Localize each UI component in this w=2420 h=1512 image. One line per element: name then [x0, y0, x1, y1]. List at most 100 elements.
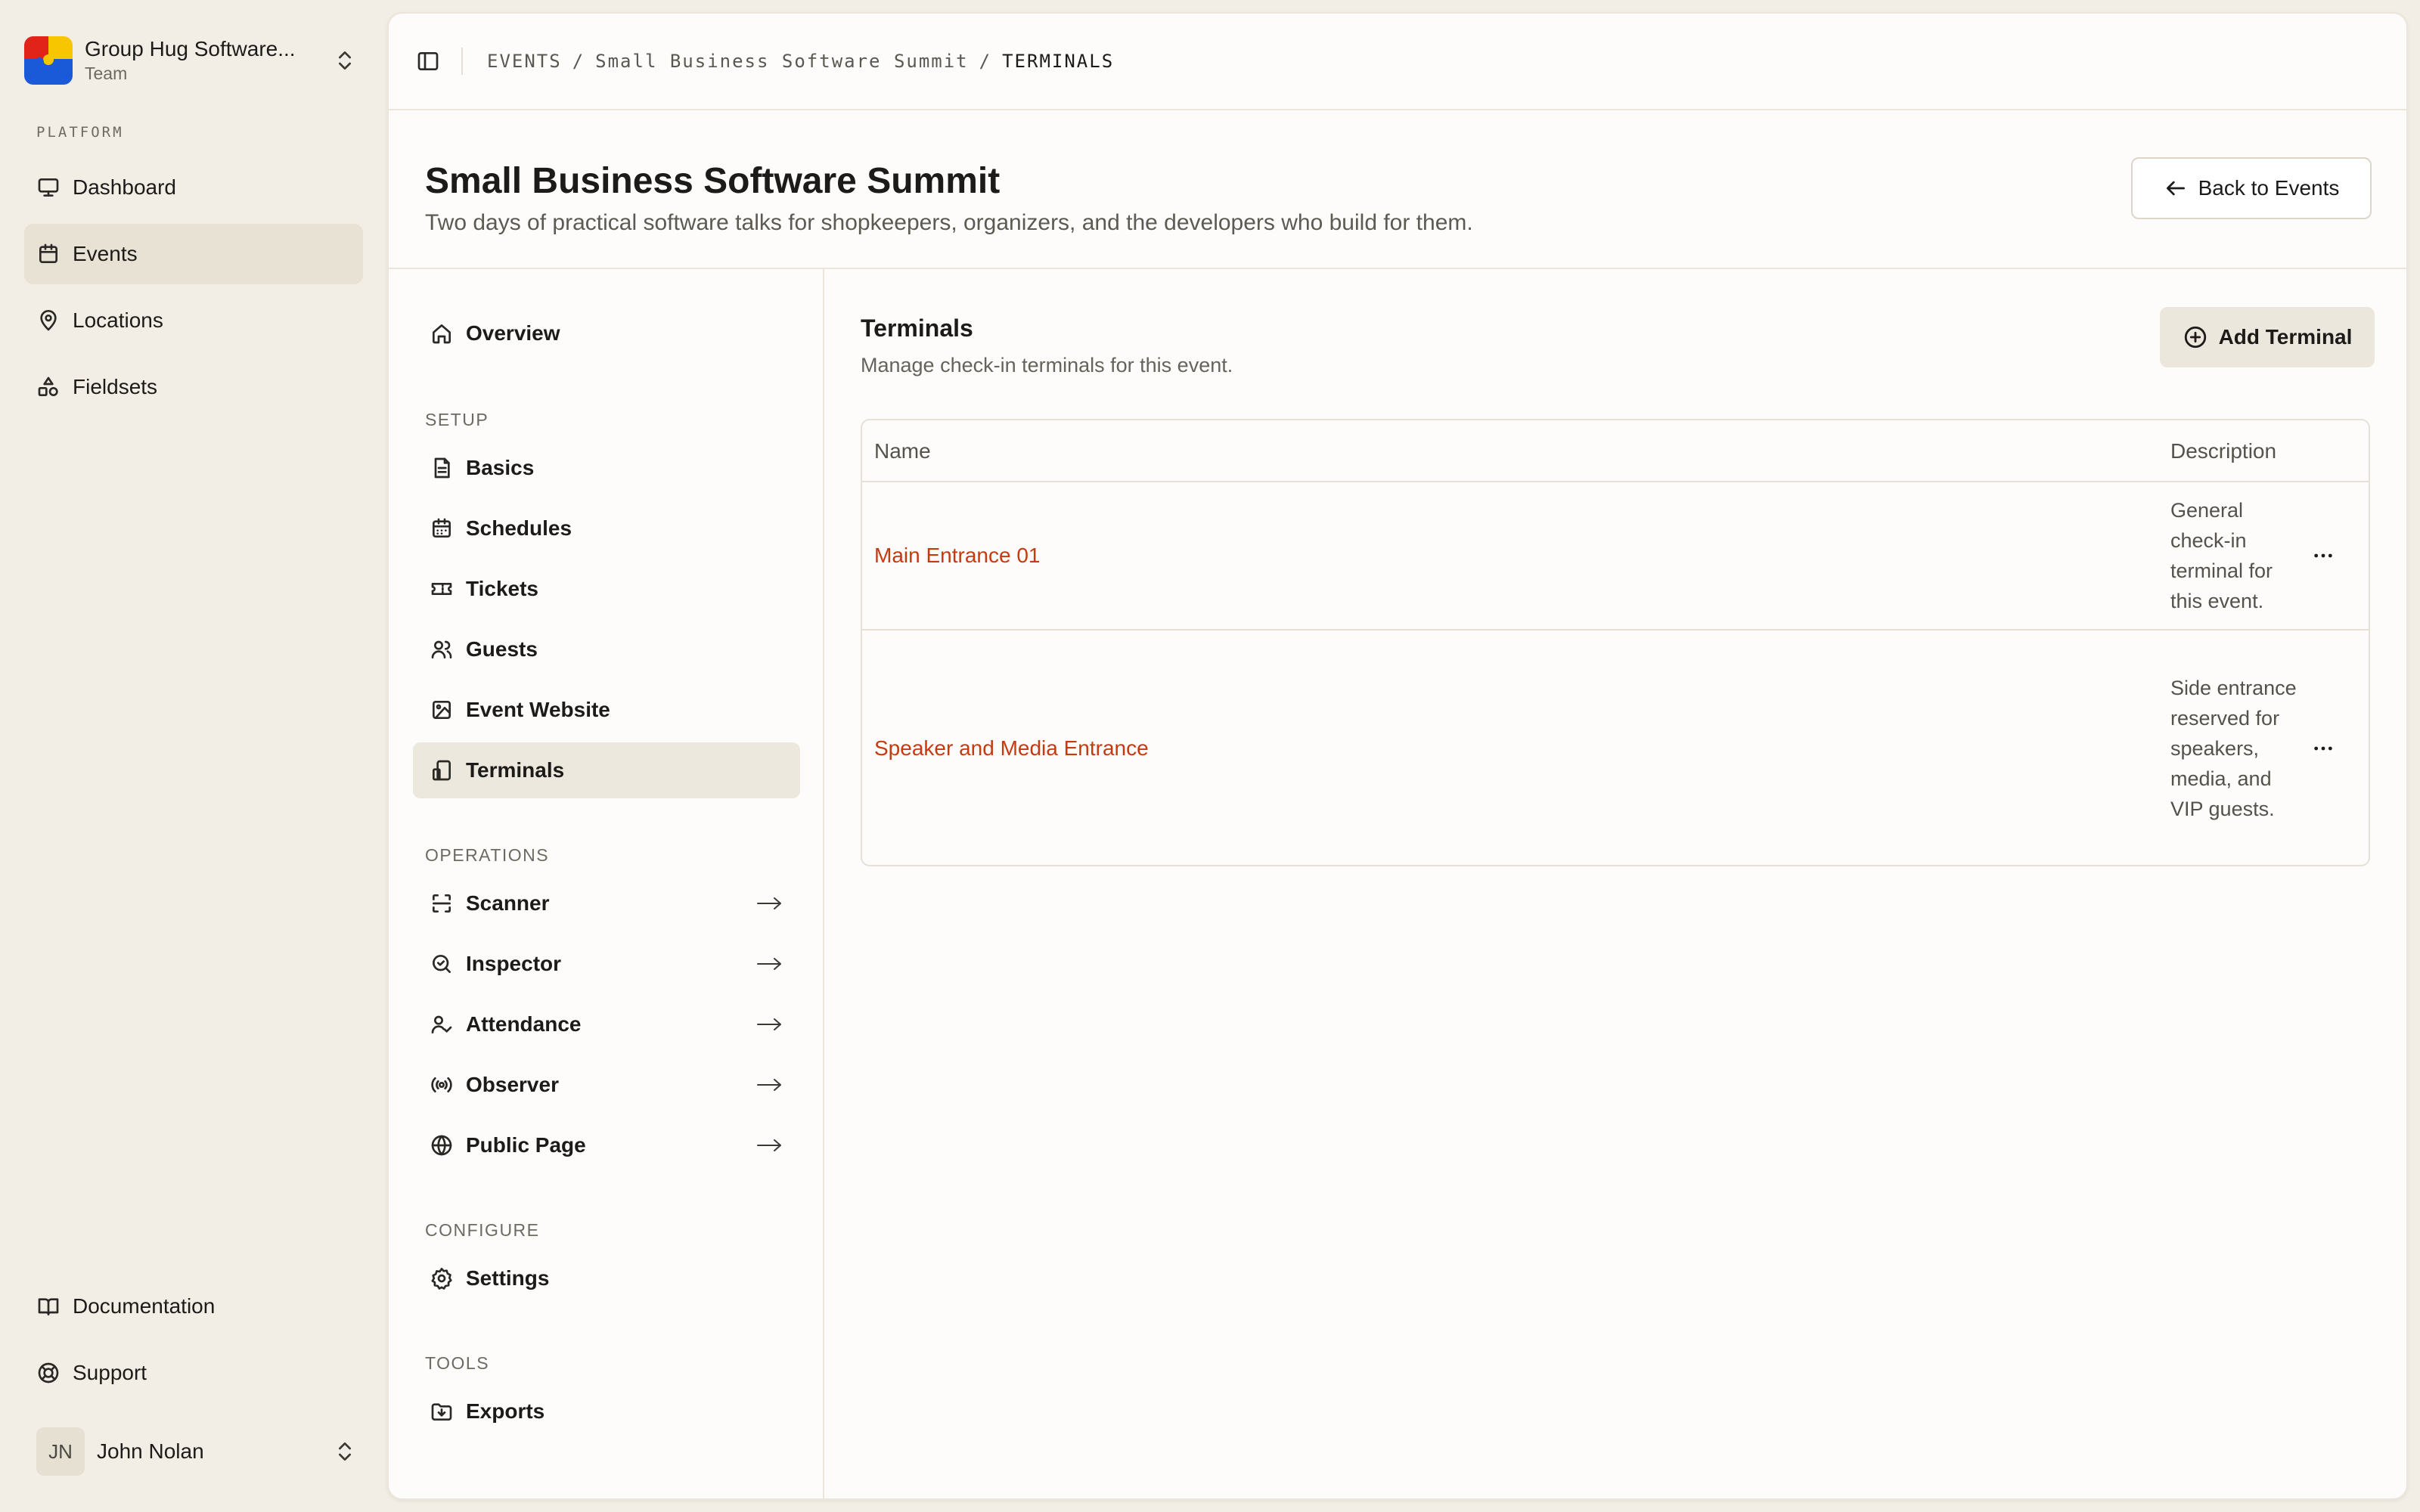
arrow-right-icon: [756, 1135, 783, 1156]
breadcrumb-separator: /: [572, 51, 585, 72]
terminals-table: Name Description Main Entrance 01 Genera…: [861, 419, 2370, 866]
subnav-item-label: Schedules: [466, 516, 572, 540]
search-check-icon: [430, 952, 454, 976]
subnav-item-label: Scanner: [466, 891, 550, 915]
plus-circle-icon: [2183, 324, 2208, 350]
subnav-item-label: Guests: [466, 637, 538, 661]
topbar: EVENTS / Small Business Software Summit …: [389, 14, 2406, 110]
lifebuoy-icon: [36, 1361, 60, 1385]
terminal-name-link[interactable]: Main Entrance 01: [874, 482, 1040, 629]
terminal-description: Side entrance reserved for speakers, med…: [2170, 677, 2297, 820]
chevrons-up-down-icon: [333, 48, 357, 73]
page-title: Small Business Software Summit: [425, 161, 1001, 201]
ticket-icon: [430, 577, 454, 601]
back-to-events-button[interactable]: Back to Events: [2131, 157, 2372, 219]
subnav-section-setup: SETUP: [425, 410, 489, 429]
user-name: John Nolan: [97, 1439, 204, 1463]
breadcrumb-separator: /: [979, 51, 992, 72]
tablet-icon: [430, 758, 454, 782]
column-header-name[interactable]: Name: [874, 420, 931, 482]
user-check-icon: [430, 1012, 454, 1036]
breadcrumb-current: TERMINALS: [1002, 51, 1115, 72]
calendar-icon: [36, 242, 60, 266]
sidebar-item-events[interactable]: Events: [24, 224, 363, 284]
breadcrumb-event[interactable]: Small Business Software Summit: [595, 51, 968, 72]
subnav-item-inspector[interactable]: Inspector: [413, 936, 800, 992]
subnav-item-label: Terminals: [466, 758, 565, 782]
team-name: Group Hug Software...: [85, 37, 296, 60]
terminals-content: Terminals Manage check-in terminals for …: [824, 269, 2406, 1498]
back-button-label: Back to Events: [2198, 176, 2340, 200]
table-row[interactable]: Speaker and Media Entrance Side entrance…: [862, 629, 2369, 865]
arrow-right-icon: [756, 953, 783, 974]
subnav-item-label: Attendance: [466, 1012, 582, 1036]
breadcrumb: EVENTS / Small Business Software Summit …: [487, 51, 1114, 72]
section-subtitle: Manage check-in terminals for this event…: [861, 354, 1233, 376]
subnav-item-schedules[interactable]: Schedules: [413, 500, 800, 556]
arrow-right-icon: [756, 1014, 783, 1035]
sidebar-item-documentation[interactable]: Documentation: [24, 1276, 363, 1337]
book-icon: [36, 1294, 60, 1318]
subnav-item-settings[interactable]: Settings: [413, 1250, 800, 1306]
image-icon: [430, 698, 454, 722]
subnav-item-label: Observer: [466, 1073, 559, 1096]
gear-icon: [430, 1266, 454, 1290]
row-actions-button[interactable]: [2311, 544, 2335, 568]
subnav-item-label: Public Page: [466, 1133, 586, 1157]
avatar: JN: [36, 1427, 85, 1476]
sidebar-item-fieldsets[interactable]: Fieldsets: [24, 357, 363, 417]
arrow-right-icon: [756, 893, 783, 914]
terminal-name-link[interactable]: Speaker and Media Entrance: [874, 631, 1149, 865]
subnav-item-label: Basics: [466, 456, 535, 479]
subnav-item-event-website[interactable]: Event Website: [413, 682, 800, 738]
subnav-item-observer[interactable]: Observer: [413, 1057, 800, 1113]
subnav-item-exports[interactable]: Exports: [413, 1383, 800, 1439]
terminal-description: General check-in terminal for this event…: [2170, 499, 2273, 612]
sidebar-item-label: Support: [73, 1361, 147, 1384]
panel-left-icon: [416, 49, 440, 73]
add-terminal-label: Add Terminal: [2218, 325, 2353, 349]
subnav-item-terminals[interactable]: Terminals: [413, 742, 800, 798]
monitor-icon: [36, 175, 60, 200]
chevrons-up-down-icon: [333, 1439, 357, 1464]
users-icon: [430, 637, 454, 662]
section-title: Terminals: [861, 314, 973, 342]
map-pin-icon: [36, 308, 60, 333]
column-header-description[interactable]: Description: [2170, 420, 2276, 482]
subnav-item-guests[interactable]: Guests: [413, 621, 800, 677]
subnav-section-tools: TOOLS: [425, 1353, 490, 1373]
subnav-item-tickets[interactable]: Tickets: [413, 561, 800, 617]
sidebar-item-dashboard[interactable]: Dashboard: [24, 157, 363, 218]
shapes-icon: [36, 375, 60, 399]
table-row[interactable]: Main Entrance 01 General check-in termin…: [862, 482, 2369, 629]
table-header: Name Description: [862, 420, 2369, 482]
subnav-item-label: Tickets: [466, 577, 538, 600]
folder-download-icon: [430, 1399, 454, 1424]
scan-icon: [430, 891, 454, 916]
add-terminal-button[interactable]: Add Terminal: [2160, 307, 2375, 367]
breadcrumb-events[interactable]: EVENTS: [487, 51, 562, 72]
subnav-item-scanner[interactable]: Scanner: [413, 875, 800, 931]
subnav-item-basics[interactable]: Basics: [413, 440, 800, 496]
radio-broadcast-icon: [430, 1073, 454, 1097]
subnav-item-public-page[interactable]: Public Page: [413, 1117, 800, 1173]
subnav-item-overview[interactable]: Overview: [413, 305, 800, 361]
divider: [461, 48, 463, 75]
sidebar-item-support[interactable]: Support: [24, 1343, 363, 1403]
sidebar-item-locations[interactable]: Locations: [24, 290, 363, 351]
event-subnav: Overview SETUP Basics Schedules Tickets: [389, 269, 824, 1498]
row-actions-button[interactable]: [2311, 736, 2335, 761]
subnav-item-label: Exports: [466, 1399, 545, 1423]
user-menu[interactable]: JN John Nolan: [24, 1421, 363, 1482]
app-sidebar: Group Hug Software... Team PLATFORM Dash…: [0, 0, 387, 1512]
sidebar-item-label: Fieldsets: [73, 375, 158, 398]
sidebar-toggle-button[interactable]: [413, 46, 443, 76]
subnav-item-label: Settings: [466, 1266, 550, 1290]
sidebar-item-label: Dashboard: [73, 175, 176, 199]
subnav-section-operations: OPERATIONS: [425, 845, 550, 865]
calendar-days-icon: [430, 516, 454, 541]
subnav-item-attendance[interactable]: Attendance: [413, 996, 800, 1052]
page-subtitle: Two days of practical software talks for…: [425, 210, 1473, 235]
team-switcher[interactable]: Group Hug Software... Team: [24, 24, 363, 97]
team-subtitle: Team: [85, 64, 128, 83]
